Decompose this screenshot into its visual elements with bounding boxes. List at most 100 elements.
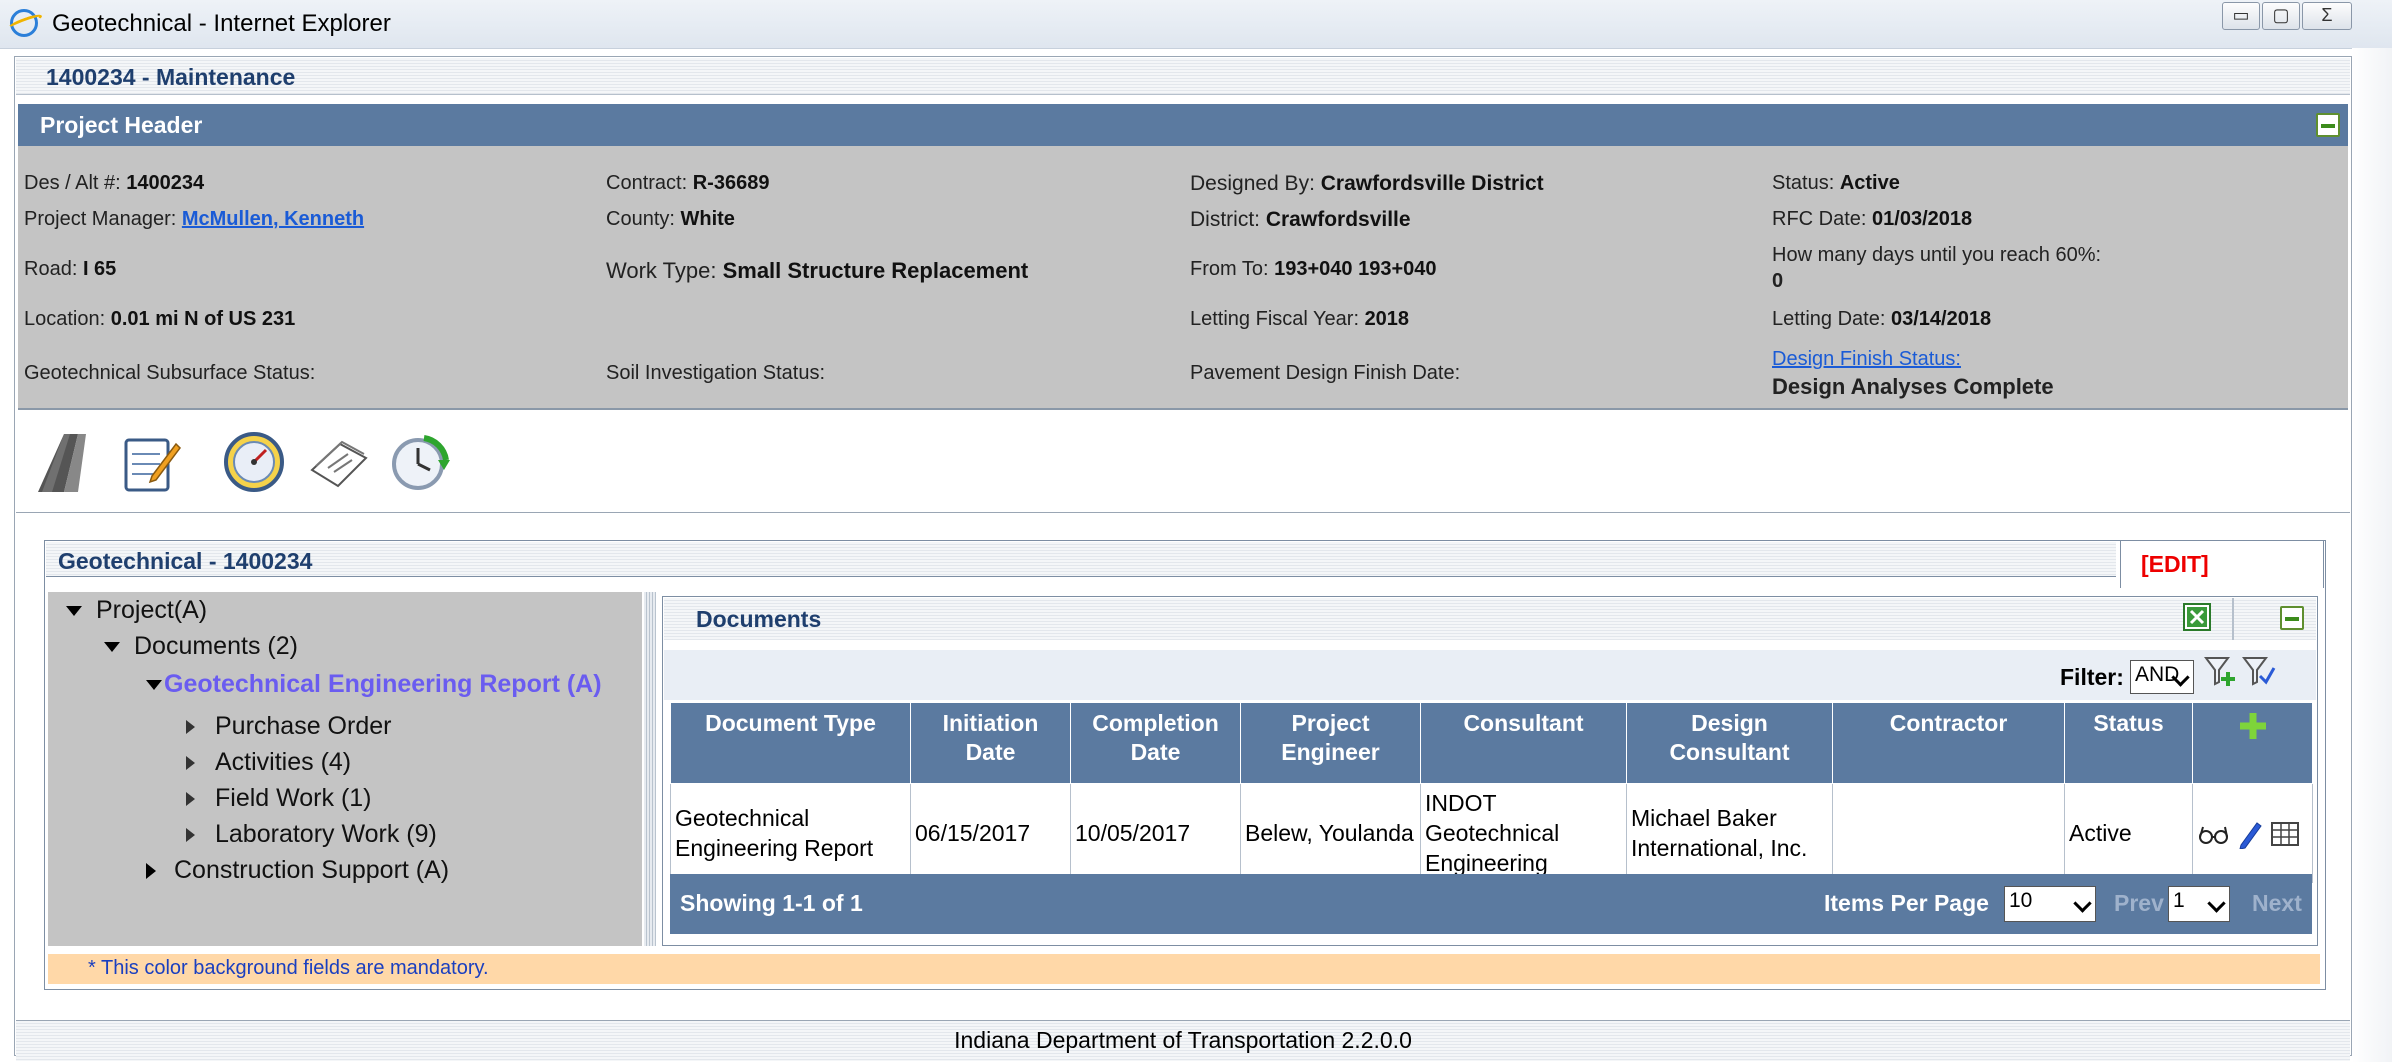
tree-node-field-work[interactable]: Field Work (1) (186, 784, 372, 813)
clear-filter-icon[interactable] (2242, 654, 2276, 688)
cell-document-type: Geotechnical Engineering Report (670, 783, 911, 883)
column-header[interactable]: Project Engineer (1240, 702, 1421, 784)
page-number-select[interactable]: 1 (2168, 886, 2230, 922)
cell-consultant: INDOT Geotechnical Engineering (1420, 783, 1627, 883)
expanded-triangle-icon (146, 680, 162, 691)
collapsed-triangle-icon (186, 720, 195, 735)
column-header[interactable]: Consultant (1420, 702, 1627, 784)
road-field: Road: I 65 (24, 258, 117, 280)
collapsed-triangle-icon (186, 756, 195, 771)
geo-subsurface-status: Geotechnical Subsurface Status: (24, 362, 316, 384)
footer: Indiana Department of Transportation 2.2… (16, 1020, 2350, 1061)
items-per-page-select[interactable]: 10 (2004, 886, 2096, 922)
des-field: Des / Alt #: 1400234 (24, 172, 205, 194)
project-header-bar: Project Header (18, 104, 2348, 146)
edit-link[interactable]: [EDIT] (2141, 551, 2209, 578)
design-finish-status-link[interactable]: Design Finish Status: (1772, 348, 1961, 371)
district-field: District: Crawfordsville (1190, 208, 1411, 231)
column-header[interactable]: Status (2064, 702, 2193, 784)
maintenance-title: 1400234 - Maintenance (46, 64, 296, 90)
collapsed-triangle-icon (186, 792, 195, 807)
expanded-triangle-icon (104, 642, 120, 653)
window-title: Geotechnical - Internet Explorer (52, 10, 391, 37)
design-finish-status-value: Design Analyses Complete (1772, 374, 2054, 399)
from-to-field: From To: 193+040 193+040 (1190, 258, 1437, 280)
notepad-icon[interactable] (118, 430, 182, 494)
cell-project-engineer: Belew, Youlanda (1240, 783, 1421, 883)
filter-mode-select[interactable]: AND (2130, 660, 2194, 694)
next-page-button[interactable]: Next (2252, 890, 2302, 917)
location-field: Location: 0.01 mi N of US 231 (24, 308, 296, 330)
maximize-button[interactable]: ▢ (2262, 2, 2300, 30)
documents-header: Documents (664, 598, 2316, 640)
tree-node-purchase-order[interactable]: Purchase Order (186, 712, 391, 741)
documents-title: Documents (696, 606, 822, 632)
column-header[interactable]: Initiation Date (910, 702, 1071, 784)
county-field: County: White (606, 208, 735, 230)
collapse-documents-icon[interactable] (2280, 606, 2304, 630)
project-manager-link[interactable]: McMullen, Kenneth (182, 208, 364, 230)
add-filter-icon[interactable] (2204, 654, 2238, 688)
close-button[interactable]: Σ (2302, 2, 2352, 30)
tree-node-project[interactable]: Project(A) (66, 596, 207, 625)
documents-icon[interactable] (306, 430, 370, 494)
prev-page-button[interactable]: Prev (2114, 890, 2164, 917)
tree-splitter[interactable] (644, 592, 656, 946)
edit-pencil-icon[interactable] (2237, 819, 2263, 850)
cell-completion-date: 10/05/2017 (1070, 783, 1241, 883)
collapsed-triangle-icon (146, 863, 156, 880)
footer-text: Indiana Department of Transportation 2.2… (954, 1027, 1412, 1053)
days-until-60-value: 0 (1772, 270, 1784, 292)
letting-fiscal-year-field: Letting Fiscal Year: 2018 (1190, 308, 1410, 330)
table-row[interactable]: Geotechnical Engineering Report 06/15/20… (670, 783, 2313, 883)
collapsed-triangle-icon (186, 828, 195, 843)
designed-by-field: Designed By: Crawfordsville District (1190, 172, 1544, 195)
pager-bar: Showing 1-1 of 1 Items Per Page 10 Prev … (670, 874, 2312, 934)
collapse-header-icon[interactable] (2316, 113, 2340, 137)
cell-contractor (1832, 783, 2065, 883)
plus-icon[interactable] (2238, 711, 2268, 741)
window-title-bar: Geotechnical - Internet Explorer ▭ ▢ Σ (0, 0, 2392, 49)
items-per-page-label: Items Per Page (1824, 890, 1989, 916)
gauge-icon[interactable] (222, 430, 286, 494)
cell-status: Active (2064, 783, 2193, 883)
road-icon[interactable] (34, 430, 98, 494)
edit-tab[interactable]: [EDIT] (2120, 540, 2324, 588)
column-header[interactable]: Completion Date (1070, 702, 1241, 784)
excel-export-icon[interactable] (2182, 602, 2212, 632)
tree-node-documents[interactable]: Documents (2) (104, 632, 298, 661)
rfc-date-field: RFC Date: 01/03/2018 (1772, 208, 1973, 230)
project-manager-field: Project Manager: McMullen, Kenneth (24, 208, 365, 230)
geotechnical-panel-title: Geotechnical - 1400234 (58, 548, 313, 574)
add-document-button[interactable] (2192, 702, 2313, 784)
soil-investigation-status: Soil Investigation Status: (606, 362, 826, 384)
right-gutter (2352, 48, 2392, 1062)
project-header-body: Des / Alt #: 1400234 Project Manager: Mc… (18, 146, 2348, 410)
mandatory-note: * This color background fields are manda… (88, 957, 489, 979)
table-header-row: Document Type Initiation Date Completion… (670, 702, 2313, 784)
column-header[interactable]: Document Type (670, 702, 911, 784)
showing-count: Showing 1-1 of 1 (680, 890, 863, 916)
work-type-field: Work Type: Small Structure Replacement (606, 258, 1029, 283)
mandatory-note-bar: * This color background fields are manda… (48, 954, 2320, 984)
column-header[interactable]: Contractor (1832, 702, 2065, 784)
tree-node-activities[interactable]: Activities (4) (186, 748, 351, 777)
maintenance-bar: 1400234 - Maintenance (16, 58, 2350, 95)
project-header-title: Project Header (40, 112, 203, 138)
view-glasses-icon[interactable] (2197, 819, 2231, 849)
tree-node-construction-support[interactable]: Construction Support (A) (146, 856, 449, 885)
contract-field: Contract: R-36689 (606, 172, 770, 194)
clock-refresh-icon[interactable] (388, 430, 452, 494)
column-header[interactable]: Design Consultant (1626, 702, 1833, 784)
letting-date-field: Letting Date: 03/14/2018 (1772, 308, 1992, 330)
tree-node-geotechnical-engineering-report[interactable]: Geotechnical Engineering Report (A) (146, 670, 602, 699)
expanded-triangle-icon (66, 606, 82, 617)
header-divider (2232, 598, 2234, 640)
pavement-design-finish-date: Pavement Design Finish Date: (1190, 362, 1461, 384)
grid-table-icon[interactable] (2270, 819, 2300, 849)
tree-node-laboratory-work[interactable]: Laboratory Work (9) (186, 820, 437, 849)
project-tree: Project(A) Documents (2) Geotechnical En… (48, 592, 642, 946)
status-field: Status: Active (1772, 172, 1900, 194)
minimize-button[interactable]: ▭ (2222, 2, 2260, 30)
documents-table: Document Type Initiation Date Completion… (670, 702, 2313, 883)
